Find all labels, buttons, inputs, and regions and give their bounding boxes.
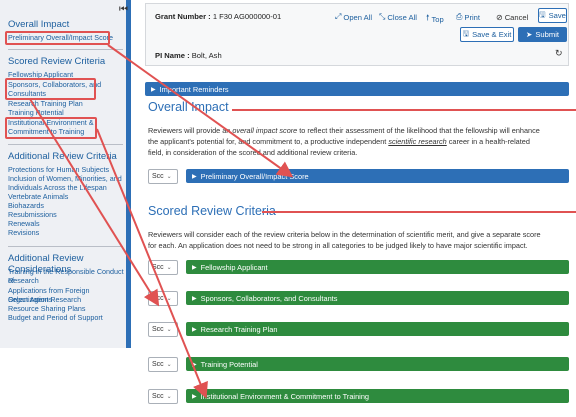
criterion-bar-training-potential[interactable]: ▶ Training Potential bbox=[186, 357, 569, 371]
criterion-score-select[interactable]: Scc ⌄ bbox=[148, 389, 178, 404]
sidebar-nav: ⏮ Overall Impact Preliminary Overall/Imp… bbox=[0, 0, 131, 348]
top-button[interactable]: 🠕 Top bbox=[426, 12, 444, 26]
caret-right-icon: ▶ bbox=[192, 361, 197, 368]
annotation-highlight-box bbox=[5, 117, 97, 139]
save-exit-button[interactable]: 🖫 Save & Exit bbox=[460, 27, 514, 42]
submit-button[interactable]: ➤ Submit bbox=[518, 27, 567, 42]
save-button[interactable]: 🖫 Save bbox=[538, 8, 567, 23]
criterion-score-select[interactable]: Scc ⌄ bbox=[148, 357, 178, 372]
sidebar-link-budget[interactable]: Budget and Period of Support bbox=[8, 313, 126, 323]
caret-right-icon: ▶ bbox=[192, 264, 197, 271]
chevron-down-icon: ⌄ bbox=[166, 362, 172, 368]
cancel-button[interactable]: ⊘ Cancel bbox=[496, 13, 528, 22]
chevron-down-icon: ⌄ bbox=[166, 327, 172, 333]
pi-name: PI Name : Bolt, Ash bbox=[155, 51, 222, 60]
caret-right-icon: ▶ bbox=[192, 393, 197, 400]
grant-number: Grant Number : 1 F30 AG000000-01 bbox=[155, 12, 282, 21]
send-icon: ➤ bbox=[525, 30, 533, 39]
caret-right-icon: ▶ bbox=[151, 86, 156, 93]
sidebar-divider bbox=[8, 144, 123, 145]
app-root: ⏮ Overall Impact Preliminary Overall/Imp… bbox=[0, 0, 576, 417]
annotation-underline bbox=[262, 211, 576, 213]
close-all-button[interactable]: ⤡ Close All bbox=[379, 12, 417, 22]
annotation-highlight-box bbox=[5, 31, 110, 45]
collapse-sidebar-icon[interactable]: ⏮ bbox=[119, 4, 128, 15]
floppy-icon: 🖫 bbox=[462, 29, 470, 38]
sidebar-divider bbox=[8, 246, 123, 247]
criterion-score-select[interactable]: Scc ⌄ bbox=[148, 322, 178, 337]
criterion-bar-fellowship-applicant[interactable]: ▶ Fellowship Applicant bbox=[186, 260, 569, 274]
printer-icon: ⎙ bbox=[456, 12, 463, 21]
sidebar-divider bbox=[8, 49, 123, 50]
expand-icon: ⤢ bbox=[335, 12, 342, 21]
criterion-bar-research-training-plan[interactable]: ▶ Research Training Plan bbox=[186, 322, 569, 336]
sidebar-link-revisions[interactable]: Revisions bbox=[8, 228, 126, 238]
overall-impact-title: Overall Impact bbox=[148, 100, 229, 114]
criterion-bar-sponsors[interactable]: ▶ Sponsors, Collaborators, and Consultant… bbox=[186, 291, 569, 305]
cancel-icon: ⊘ bbox=[496, 13, 503, 22]
overall-impact-description: Reviewers will provide an overall impact… bbox=[148, 126, 540, 157]
annotation-highlight-box bbox=[5, 78, 96, 100]
chevron-down-icon: ⌄ bbox=[166, 296, 172, 302]
important-reminders-bar[interactable]: ▶ Important Reminders bbox=[145, 82, 569, 96]
arrow-up-icon: 🠕 bbox=[426, 13, 430, 22]
scored-criteria-title: Scored Review Criteria bbox=[148, 204, 276, 218]
review-header: Grant Number : 1 F30 AG000000-01 PI Name… bbox=[145, 3, 569, 66]
open-all-button[interactable]: ⤢ Open All bbox=[335, 12, 372, 22]
overall-impact-score-bar[interactable]: ▶ Preliminary Overall/Impact Score bbox=[186, 169, 569, 183]
caret-right-icon: ▶ bbox=[192, 326, 197, 333]
criterion-score-select[interactable]: Scc ⌄ bbox=[148, 291, 178, 306]
criterion-score-select[interactable]: Scc ⌄ bbox=[148, 260, 178, 275]
caret-right-icon: ▶ bbox=[192, 295, 197, 302]
sidebar-heading-additional: Additional Review Criteria bbox=[8, 151, 117, 162]
scored-criteria-description: Reviewers will consider each of the revi… bbox=[148, 230, 541, 250]
refresh-icon[interactable]: ↻ bbox=[555, 48, 563, 59]
overall-score-select[interactable]: Scc ⌄ bbox=[148, 169, 178, 184]
print-button[interactable]: ⎙ Print bbox=[456, 12, 480, 22]
caret-right-icon: ▶ bbox=[192, 173, 197, 180]
chevron-down-icon: ⌄ bbox=[166, 265, 172, 271]
collapse-icon: ⤡ bbox=[379, 12, 386, 21]
sidebar-heading-scored: Scored Review Criteria bbox=[8, 56, 106, 67]
annotation-underline bbox=[232, 109, 576, 111]
criterion-bar-institutional-environment[interactable]: ▶ Institutional Environment & Commitment … bbox=[186, 389, 569, 403]
floppy-icon: 🖫 bbox=[539, 10, 546, 19]
chevron-down-icon: ⌄ bbox=[166, 394, 172, 400]
chevron-down-icon: ⌄ bbox=[166, 174, 172, 180]
scientific-research-link[interactable]: scientific research bbox=[388, 137, 446, 146]
sidebar-link-rcr-cont[interactable]: Research bbox=[8, 276, 126, 286]
sidebar-heading-overall: Overall Impact bbox=[8, 19, 70, 30]
